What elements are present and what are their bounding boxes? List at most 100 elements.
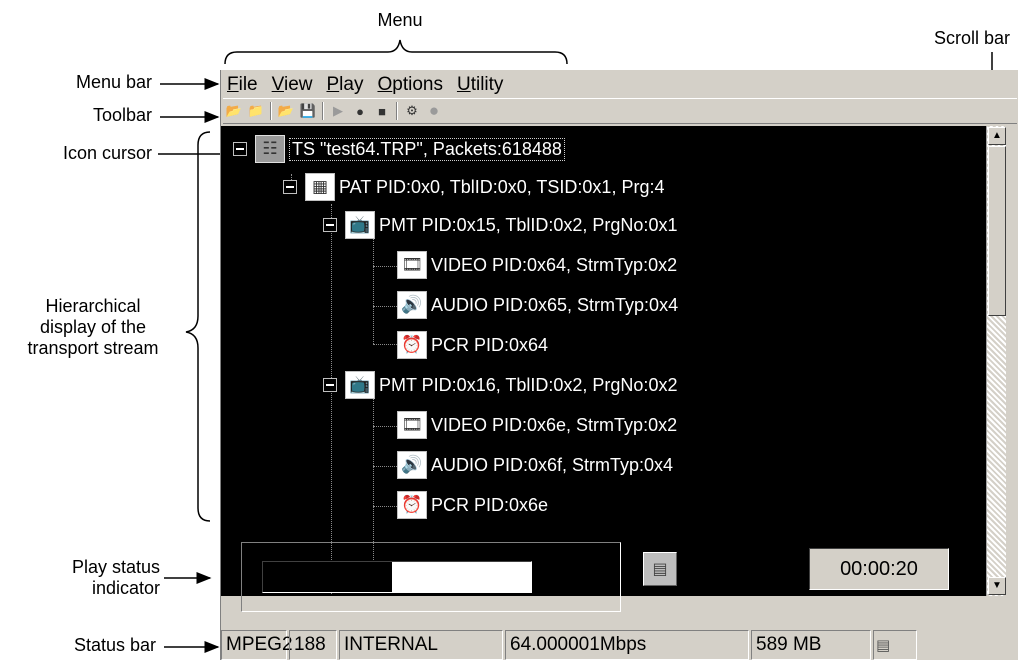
menu-options-accel: O [377,74,393,95]
tree-node-pmt1-label: PMT PID:0x15, TblID:0x2, PrgNo:0x1 [379,214,678,235]
application-window: File View Play Options Utility 📂 📁 📂 💾 ▶… [220,70,1018,660]
menu-file-label: ile [238,74,258,95]
callout-play-status-line1: Play status [71,557,160,577]
play-progress-percent: 48% [552,563,591,584]
callout-icon-cursor: Icon cursor [62,143,152,163]
menu-play-accel: P [326,74,340,95]
tv-icon: 📺 [345,211,375,239]
status-chip-icon: ▤ [873,630,917,660]
transport-stream-tree: ☷ TS "test64.TRP", Packets:618488 ▦ PAT … [221,126,986,596]
speaker-icon: 🔊 [397,291,427,319]
menu-play-label: lay [339,74,364,95]
folder-icon[interactable]: 📁 [246,101,266,121]
tree-node-pat[interactable]: ▦ PAT PID:0x0, TblID:0x0, TSID:0x1, Prg:… [283,172,664,202]
status-format: MPEG2 [221,630,293,660]
callout-scroll-bar: Scroll bar [934,28,1011,48]
tree-connector [373,506,397,507]
callout-play-status: Play status indicator [20,557,160,599]
tree-connector [373,266,397,267]
tree-scrollbar[interactable]: ▲ ▼ [986,126,1006,596]
callout-menu-bar: Menu bar [75,72,152,92]
tree-node-video2[interactable]: 🎞 VIDEO PID:0x6e, StrmTyp:0x2 [397,410,677,440]
save-icon[interactable]: 💾 [298,101,318,121]
toolbar: 📂 📁 📂 💾 ▶ ● ■ ⚙ ● [223,98,1017,124]
menu-view[interactable]: View [266,74,321,96]
clock-icon: ⏰ [397,331,427,359]
toolbar-separator [322,102,324,120]
callout-play-status-line2: indicator [91,578,160,598]
speaker-icon: 🔊 [397,451,427,479]
toolbar-separator [270,102,272,120]
status-rate: 64.000001Mbps [505,630,749,660]
tree-node-pat-label: PAT PID:0x0, TblID:0x0, TSID:0x1, Prg:4 [339,176,665,197]
tree-node-pmt1[interactable]: 📺 PMT PID:0x15, TblID:0x2, PrgNo:0x1 [323,210,677,240]
collapse-icon[interactable] [283,180,297,194]
scroll-down-arrow-icon[interactable]: ▼ [988,577,1006,595]
play-progress-fill [263,562,392,592]
status-size: 589 MB [751,630,871,660]
tree-node-audio1[interactable]: 🔊 AUDIO PID:0x65, StrmTyp:0x4 [397,290,678,320]
menu-view-label: iew [283,74,313,95]
table-icon: ▦ [305,173,335,201]
open-file-icon[interactable]: 📂 [276,101,296,121]
status-bar: MPEG2 188 INTERNAL 64.000001Mbps 589 MB … [221,630,1019,660]
scroll-up-arrow-icon[interactable]: ▲ [988,127,1006,145]
transport-stream-icon[interactable]: ☷ [255,135,285,163]
collapse-icon[interactable] [323,218,337,232]
menu-bar: File View Play Options Utility [221,72,511,98]
tree-node-pcr2[interactable]: ⏰ PCR PID:0x6e [397,490,548,520]
tree-node-video1-label: VIDEO PID:0x64, StrmTyp:0x2 [431,254,678,275]
callout-hierarchical-line3: transport stream [27,338,159,358]
tree-connector [373,306,397,307]
menu-file[interactable]: File [221,74,266,96]
film-icon: 🎞 [397,251,427,279]
stop-icon[interactable]: ■ [372,101,392,121]
tree-node-pmt2-label: PMT PID:0x16, TblID:0x2, PrgNo:0x2 [379,374,678,395]
circle-icon[interactable]: ● [424,101,444,121]
callout-hierarchical: Hierarchical display of the transport st… [0,296,186,359]
settings-icon[interactable]: ⚙ [402,101,422,121]
menu-file-accel: F [227,74,239,95]
tree-node-pcr1-label: PCR PID:0x64 [431,334,549,355]
tree-node-ts[interactable]: ☷ TS "test64.TRP", Packets:618488 [233,134,565,164]
menu-utility[interactable]: Utility [451,74,511,96]
tree-node-video2-label: VIDEO PID:0x6e, StrmTyp:0x2 [431,414,678,435]
tree-node-audio1-label: AUDIO PID:0x65, StrmTyp:0x4 [431,294,679,315]
play-progress-bar [262,561,532,593]
tree-connector [373,344,397,345]
menu-play[interactable]: Play [320,74,371,96]
callout-toolbar: Toolbar [92,105,152,125]
chip-icon: ▤ [643,552,677,586]
callout-menu: Menu [377,10,423,30]
scroll-thumb[interactable] [988,146,1006,316]
tree-connector [373,426,397,427]
tree-node-ts-label: TS "test64.TRP", Packets:618488 [289,137,565,161]
tree-node-video1[interactable]: 🎞 VIDEO PID:0x64, StrmTyp:0x2 [397,250,677,280]
collapse-icon[interactable] [323,378,337,392]
tv-icon: 📺 [345,371,375,399]
tree-connector [373,234,374,344]
callout-hierarchical-line1: Hierarchical [45,296,141,316]
tree-node-pmt2[interactable]: 📺 PMT PID:0x16, TblID:0x2, PrgNo:0x2 [323,370,677,400]
tree-node-pcr1[interactable]: ⏰ PCR PID:0x64 [397,330,548,360]
menu-view-accel: V [271,74,284,95]
callout-status-bar: Status bar [73,635,156,655]
folder-open-icon[interactable]: 📂 [224,101,244,121]
record-icon[interactable]: ● [350,101,370,121]
collapse-icon[interactable] [233,142,247,156]
tree-node-pcr2-label: PCR PID:0x6e [431,494,549,515]
play-status-indicator: 48% [241,542,621,612]
clock-icon: ⏰ [397,491,427,519]
play-icon[interactable]: ▶ [328,101,348,121]
tree-node-audio2[interactable]: 🔊 AUDIO PID:0x6f, StrmTyp:0x4 [397,450,673,480]
tree-connector [373,466,397,467]
menu-options[interactable]: Options [371,74,450,96]
film-icon: 🎞 [397,411,427,439]
status-clock: INTERNAL [339,630,503,660]
status-packet-size: 188 [289,630,337,660]
callout-hierarchical-line2: display of the [39,317,147,337]
elapsed-time: 00:00:20 [809,548,949,590]
menu-utility-accel: U [456,74,471,95]
tree-node-audio2-label: AUDIO PID:0x6f, StrmTyp:0x4 [431,454,674,475]
toolbar-separator [396,102,398,120]
